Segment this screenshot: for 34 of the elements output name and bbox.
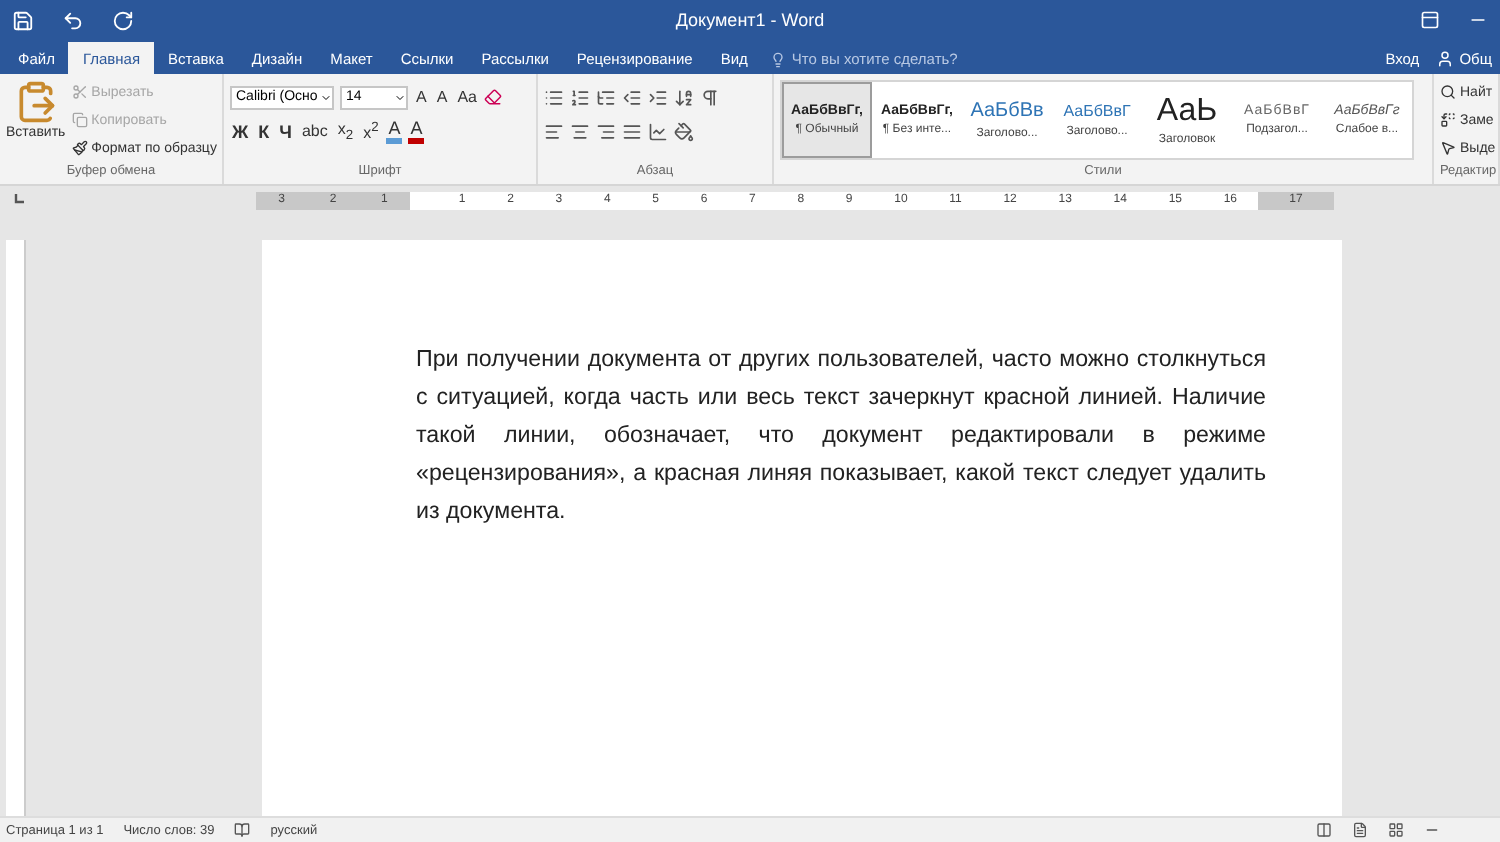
paintbrush-icon (71, 140, 88, 156)
save-icon[interactable] (12, 9, 34, 31)
dropdown-icon (394, 91, 406, 103)
pilcrow-icon[interactable] (700, 87, 720, 107)
format-button[interactable]: x$_{2}$ (335, 119, 356, 143)
format-button[interactable]: К (256, 121, 272, 141)
redo-icon[interactable] (112, 9, 134, 31)
dropdown-icon (320, 91, 332, 103)
read-mode-icon[interactable] (1316, 822, 1332, 838)
format-button[interactable]: Ж (230, 121, 251, 141)
pointer-icon (1440, 140, 1456, 156)
replace-icon (1440, 112, 1456, 128)
format-button[interactable]: Ч (277, 121, 294, 141)
scissors-icon (71, 84, 88, 100)
print-layout-icon[interactable] (1352, 822, 1368, 838)
tab-stop-icon[interactable] (12, 194, 24, 206)
ribbon-display-icon[interactable] (1420, 10, 1440, 30)
font-button[interactable]: A (434, 88, 450, 106)
color-button[interactable]: A (408, 119, 425, 143)
search-icon (1440, 84, 1456, 100)
eraser-icon[interactable] (484, 88, 503, 106)
copy-icon (71, 112, 88, 128)
document-paragraph: При получении документа от других пользователей, часто можно столкнуться с ситуацией, когда часть или весь текст зачеркнут красной линией. Наличие такой линии, обозначает, что документ редактировали в режиме «рецензирования», а красная линяя показывает, какой текст следует удалить из документа. (416, 344, 1266, 528)
proofing-icon[interactable] (234, 822, 251, 838)
format-button[interactable]: x$^{2}$ (361, 120, 381, 142)
window-title: Документ1 - Word (673, 10, 827, 30)
color-button[interactable]: A (386, 119, 403, 143)
font-button[interactable]: A (414, 88, 429, 106)
undo-icon[interactable] (62, 9, 84, 31)
web-layout-icon[interactable] (1388, 822, 1404, 838)
format-button[interactable]: abc (299, 122, 330, 140)
user-icon (1435, 50, 1454, 68)
font-button[interactable]: Aa (455, 88, 479, 106)
lightbulb-icon (769, 51, 786, 67)
